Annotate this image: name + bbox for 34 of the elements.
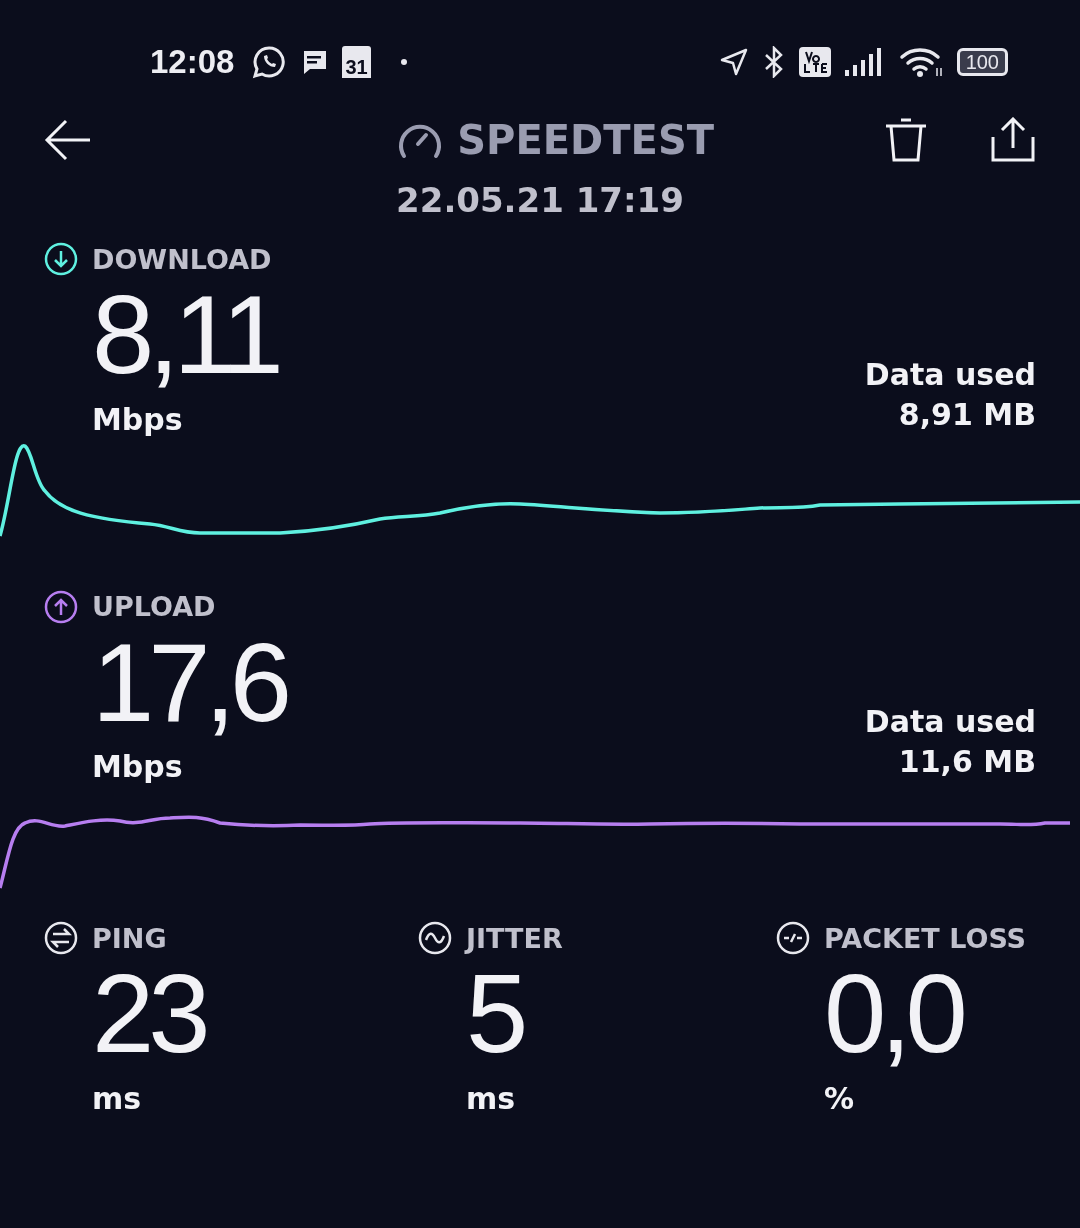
metric-unit: ms xyxy=(92,1080,143,1116)
metric-value: 5 xyxy=(465,955,523,1073)
speed-unit: Mbps xyxy=(92,749,184,785)
wifi-icon xyxy=(898,46,943,78)
data-used-value: 11,6 MB xyxy=(897,743,1036,782)
metric-unit: ms xyxy=(465,1080,516,1116)
test-date: 22.05.21 17:19 xyxy=(395,180,685,220)
status-time: 12:08 xyxy=(150,43,235,81)
speed-value: 17,6 xyxy=(92,623,286,742)
calendar-icon: 31 xyxy=(342,46,371,78)
app-title: SPEEDTEST xyxy=(457,117,714,163)
metric-label: PACKET LOSS xyxy=(824,922,1027,954)
back-arrow-icon[interactable] xyxy=(44,119,92,161)
notification-dot-icon xyxy=(400,59,407,65)
location-icon xyxy=(718,47,749,77)
data-used-label: Data used xyxy=(864,703,1036,742)
wave-icon xyxy=(417,921,452,956)
metric-value: 23 xyxy=(92,955,205,1073)
trash-icon[interactable] xyxy=(884,117,928,163)
battery-icon: 100 xyxy=(956,48,1008,76)
speed-label: DOWNLOAD xyxy=(92,243,272,275)
metric-unit: % xyxy=(824,1080,856,1116)
data-used-label: Data used xyxy=(864,355,1036,394)
metric-label: PING xyxy=(92,922,167,954)
volte-icon xyxy=(798,47,831,77)
data-used-value: 8,91 MB xyxy=(897,395,1036,434)
swap-arrows-icon xyxy=(44,921,78,956)
share-icon[interactable] xyxy=(990,117,1036,163)
metric-value: 0,0 xyxy=(824,955,964,1073)
metric-label: JITTER xyxy=(465,922,563,954)
speed-label: UPLOAD xyxy=(92,591,216,623)
speed-value: 8,11 xyxy=(92,276,278,394)
chat-icon xyxy=(252,45,287,79)
speed-unit: Mbps xyxy=(92,401,184,437)
